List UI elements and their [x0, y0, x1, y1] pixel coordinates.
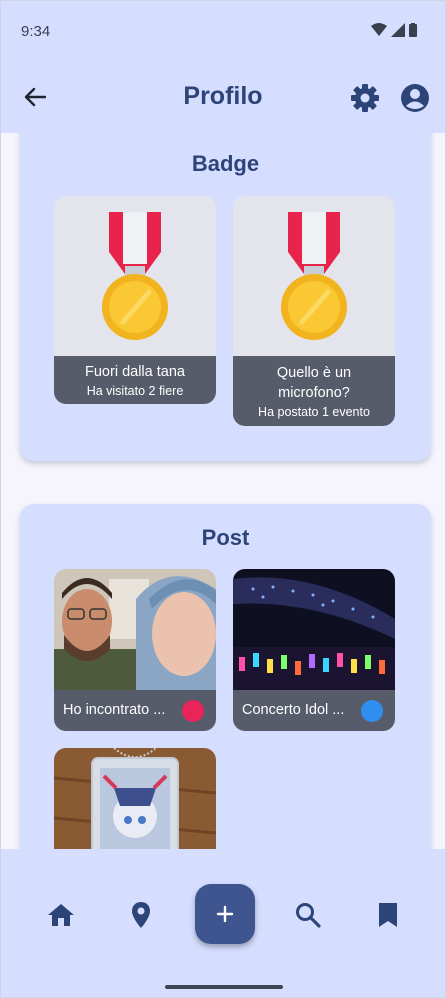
wifi-icon: [371, 23, 387, 36]
status-time: 9:34: [21, 23, 51, 40]
status-icons: [371, 23, 417, 37]
account-circle-icon: [401, 84, 429, 112]
nav-home-button[interactable]: [45, 899, 77, 931]
signal-icon: [391, 23, 405, 37]
battery-icon: [409, 23, 417, 37]
home-icon: [48, 904, 74, 926]
bottom-nav: [1, 849, 445, 997]
badge-label: Quello è un microfono? Ha postato 1 even…: [233, 356, 395, 426]
post-section: Post Ho incontrato ... Concerto Idol ...: [20, 504, 431, 910]
bookmark-icon: [379, 903, 397, 927]
post-label: Ho incontrato ...: [54, 690, 216, 731]
plus-icon: [216, 905, 234, 923]
post-category-dot: [361, 700, 383, 722]
gear-icon: [351, 84, 379, 112]
app-bar: Profilo: [1, 63, 445, 133]
badge-tile[interactable]: Quello è un microfono? Ha postato 1 even…: [233, 196, 395, 426]
post-photo: [54, 569, 216, 690]
post-label: Concerto Idol ...: [233, 690, 395, 731]
badge-title: Quello è un microfono?: [276, 365, 352, 401]
badge-section: Badge Fuori dalla tana Ha visitato 2 fie…: [20, 119, 431, 461]
post-tile[interactable]: Concerto Idol ...: [233, 569, 395, 731]
medal-icon: [102, 212, 168, 340]
post-tile[interactable]: Ho incontrato ...: [54, 569, 216, 731]
nav-map-button[interactable]: [125, 899, 157, 931]
account-button[interactable]: [397, 80, 433, 116]
post-photo: [233, 569, 395, 690]
post-caption: Ho incontrato ...: [63, 702, 166, 718]
status-bar: 9:34: [1, 1, 445, 63]
badge-subtitle: Ha visitato 2 fiere: [86, 384, 184, 398]
post-category-dot: [182, 700, 204, 722]
app-screen: 9:34 Badge Fuori dalla tana Ha visitato …: [0, 0, 446, 998]
badge-title: Fuori dalla tana: [85, 364, 185, 380]
medal-icon: [281, 212, 347, 340]
post-caption: Concerto Idol ...: [242, 702, 345, 718]
nav-bookmark-button[interactable]: [372, 899, 404, 931]
gesture-bar: [165, 985, 283, 989]
post-section-title: Post: [201, 525, 250, 550]
location-pin-icon: [132, 902, 150, 928]
badge-subtitle: Ha postato 1 evento: [258, 405, 370, 419]
settings-button[interactable]: [347, 80, 383, 116]
badge-section-title: Badge: [191, 151, 260, 176]
add-post-button[interactable]: [195, 884, 255, 944]
badge-tile[interactable]: Fuori dalla tana Ha visitato 2 fiere: [54, 196, 216, 404]
search-icon: [296, 903, 321, 928]
nav-search-button[interactable]: [292, 899, 324, 931]
badge-label: Fuori dalla tana Ha visitato 2 fiere: [54, 356, 216, 404]
